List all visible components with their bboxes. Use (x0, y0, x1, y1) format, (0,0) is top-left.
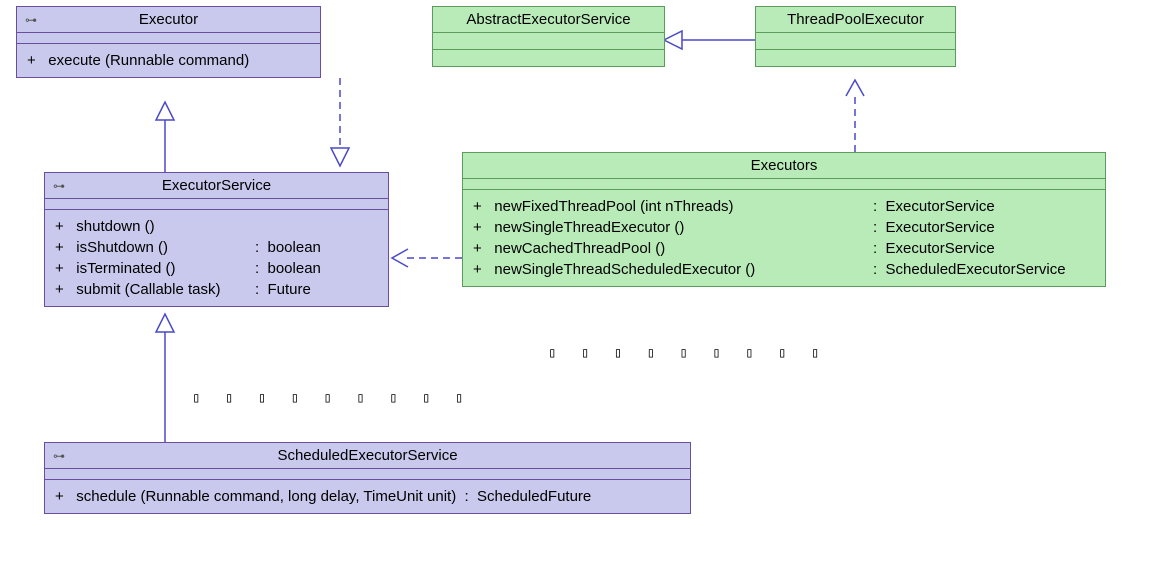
op-row: + shutdown () (55, 216, 378, 237)
op-row: + isTerminated (): boolean (55, 258, 378, 279)
title-text: Executors (751, 157, 818, 174)
op-row: + newSingleThreadExecutor (): ExecutorSe… (473, 217, 1095, 238)
class-title: ThreadPoolExecutor (756, 7, 955, 33)
class-attrs (433, 33, 664, 50)
class-executors: Executors + newFixedThreadPool (int nThr… (462, 152, 1106, 287)
dots-decoration: ▯ ▯ ▯ ▯ ▯ ▯ ▯ ▯ ▯ (548, 345, 827, 361)
key-icon: ⊶ (53, 179, 65, 193)
class-abstract-executor-service: AbstractExecutorService (432, 6, 665, 67)
class-title: ⊶ ScheduledExecutorService (45, 443, 690, 469)
op-row: + schedule (Runnable command, long delay… (55, 486, 680, 507)
class-title: ⊶ Executor (17, 7, 320, 33)
class-attrs (17, 33, 320, 44)
op-row: + execute (Runnable command) (27, 50, 310, 71)
title-text: ScheduledExecutorService (277, 447, 457, 464)
class-attrs (756, 33, 955, 50)
class-scheduled-executor-service: ⊶ ScheduledExecutorService + schedule (R… (44, 442, 691, 514)
title-text: Executor (139, 11, 198, 28)
class-executor-service: ⊶ ExecutorService + shutdown () + isShut… (44, 172, 389, 307)
op-row: + isShutdown (): boolean (55, 237, 378, 258)
class-title: Executors (463, 153, 1105, 179)
class-title: ⊶ ExecutorService (45, 173, 388, 199)
class-ops: + newFixedThreadPool (int nThreads): Exe… (463, 190, 1105, 286)
title-text: ExecutorService (162, 177, 271, 194)
class-ops (756, 50, 955, 66)
key-icon: ⊶ (25, 13, 37, 27)
title-text: AbstractExecutorService (466, 11, 630, 28)
class-thread-pool-executor: ThreadPoolExecutor (755, 6, 956, 67)
class-ops (433, 50, 664, 66)
op-row: + newCachedThreadPool (): ExecutorServic… (473, 238, 1095, 259)
class-attrs (463, 179, 1105, 190)
class-attrs (45, 199, 388, 210)
class-ops: + shutdown () + isShutdown (): boolean +… (45, 210, 388, 306)
op-row: + submit (Callable task): Future (55, 279, 378, 300)
class-ops: + schedule (Runnable command, long delay… (45, 480, 690, 513)
class-title: AbstractExecutorService (433, 7, 664, 33)
class-executor: ⊶ Executor + execute (Runnable command) (16, 6, 321, 78)
op-row: + newFixedThreadPool (int nThreads): Exe… (473, 196, 1095, 217)
class-attrs (45, 469, 690, 480)
class-ops: + execute (Runnable command) (17, 44, 320, 77)
dots-decoration: ▯ ▯ ▯ ▯ ▯ ▯ ▯ ▯ ▯ (192, 390, 471, 406)
uml-diagram: ⊶ Executor + execute (Runnable command) … (0, 0, 1152, 561)
key-icon: ⊶ (53, 449, 65, 463)
op-row: + newSingleThreadScheduledExecutor (): S… (473, 259, 1095, 280)
title-text: ThreadPoolExecutor (787, 11, 924, 28)
